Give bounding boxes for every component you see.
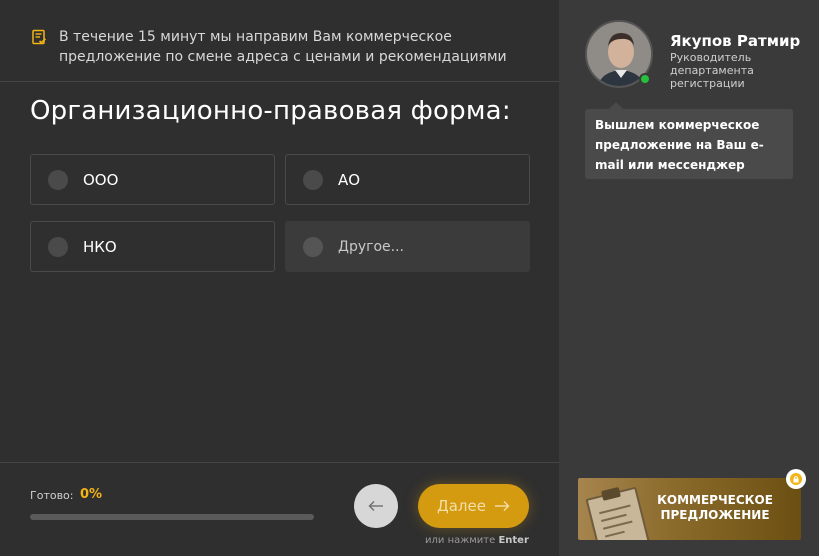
arrow-right-icon	[494, 501, 510, 511]
enter-hint-prefix: или нажмите	[425, 535, 496, 546]
document-check-icon	[32, 29, 47, 45]
back-button[interactable]	[354, 484, 398, 528]
option-other[interactable]	[285, 221, 530, 272]
radio-circle[interactable]	[303, 170, 323, 190]
manager-role: Руководитель департамента регистрации	[670, 51, 754, 90]
online-status-indicator	[639, 73, 651, 85]
commercial-offer-button[interactable]: КОММЕРЧЕСКОЕ ПРЕДЛОЖЕНИЕ	[578, 478, 801, 540]
arrow-left-icon	[368, 501, 383, 511]
manager-name: Якупов Ратмир	[670, 32, 801, 50]
radio-circle[interactable]	[48, 170, 68, 190]
option-label: АО	[338, 171, 361, 189]
radio-circle[interactable]	[303, 237, 323, 257]
enter-hint: или нажмите Enter	[425, 535, 529, 546]
option-label: ООО	[83, 171, 119, 189]
quiz-footer: Готово: 0% Далее или нажмите Enter	[0, 462, 559, 556]
progress-value: 0%	[80, 487, 103, 502]
offer-label: КОММЕРЧЕСКОЕ ПРЕДЛОЖЕНИЕ	[657, 493, 773, 522]
option-ooo[interactable]: ООО	[30, 154, 275, 205]
notice-bar: В течение 15 минут мы направим Вам комме…	[0, 0, 559, 82]
option-nko[interactable]: НКО	[30, 221, 275, 272]
manager-message: Вышлем коммерческое предложение на Ваш e…	[595, 118, 764, 172]
quiz-panel: В течение 15 минут мы направим Вам комме…	[0, 0, 559, 556]
progress-bar	[30, 514, 314, 520]
enter-hint-key: Enter	[498, 535, 529, 546]
option-ao[interactable]: АО	[285, 154, 530, 205]
lock-badge	[786, 469, 806, 489]
option-label: НКО	[83, 238, 117, 256]
progress-label: Готово:	[30, 489, 74, 502]
manager-sidebar: Якупов Ратмир Руководитель департамента …	[559, 0, 819, 556]
next-button-label: Далее	[437, 497, 486, 515]
lock-icon	[793, 476, 799, 483]
question-title: Организационно-правовая форма:	[30, 96, 511, 126]
radio-circle[interactable]	[48, 237, 68, 257]
other-input[interactable]	[338, 232, 518, 262]
notice-text: В течение 15 минут мы направим Вам комме…	[59, 29, 507, 65]
next-button[interactable]: Далее	[418, 484, 529, 528]
manager-message-bubble: Вышлем коммерческое предложение на Ваш e…	[585, 102, 793, 179]
